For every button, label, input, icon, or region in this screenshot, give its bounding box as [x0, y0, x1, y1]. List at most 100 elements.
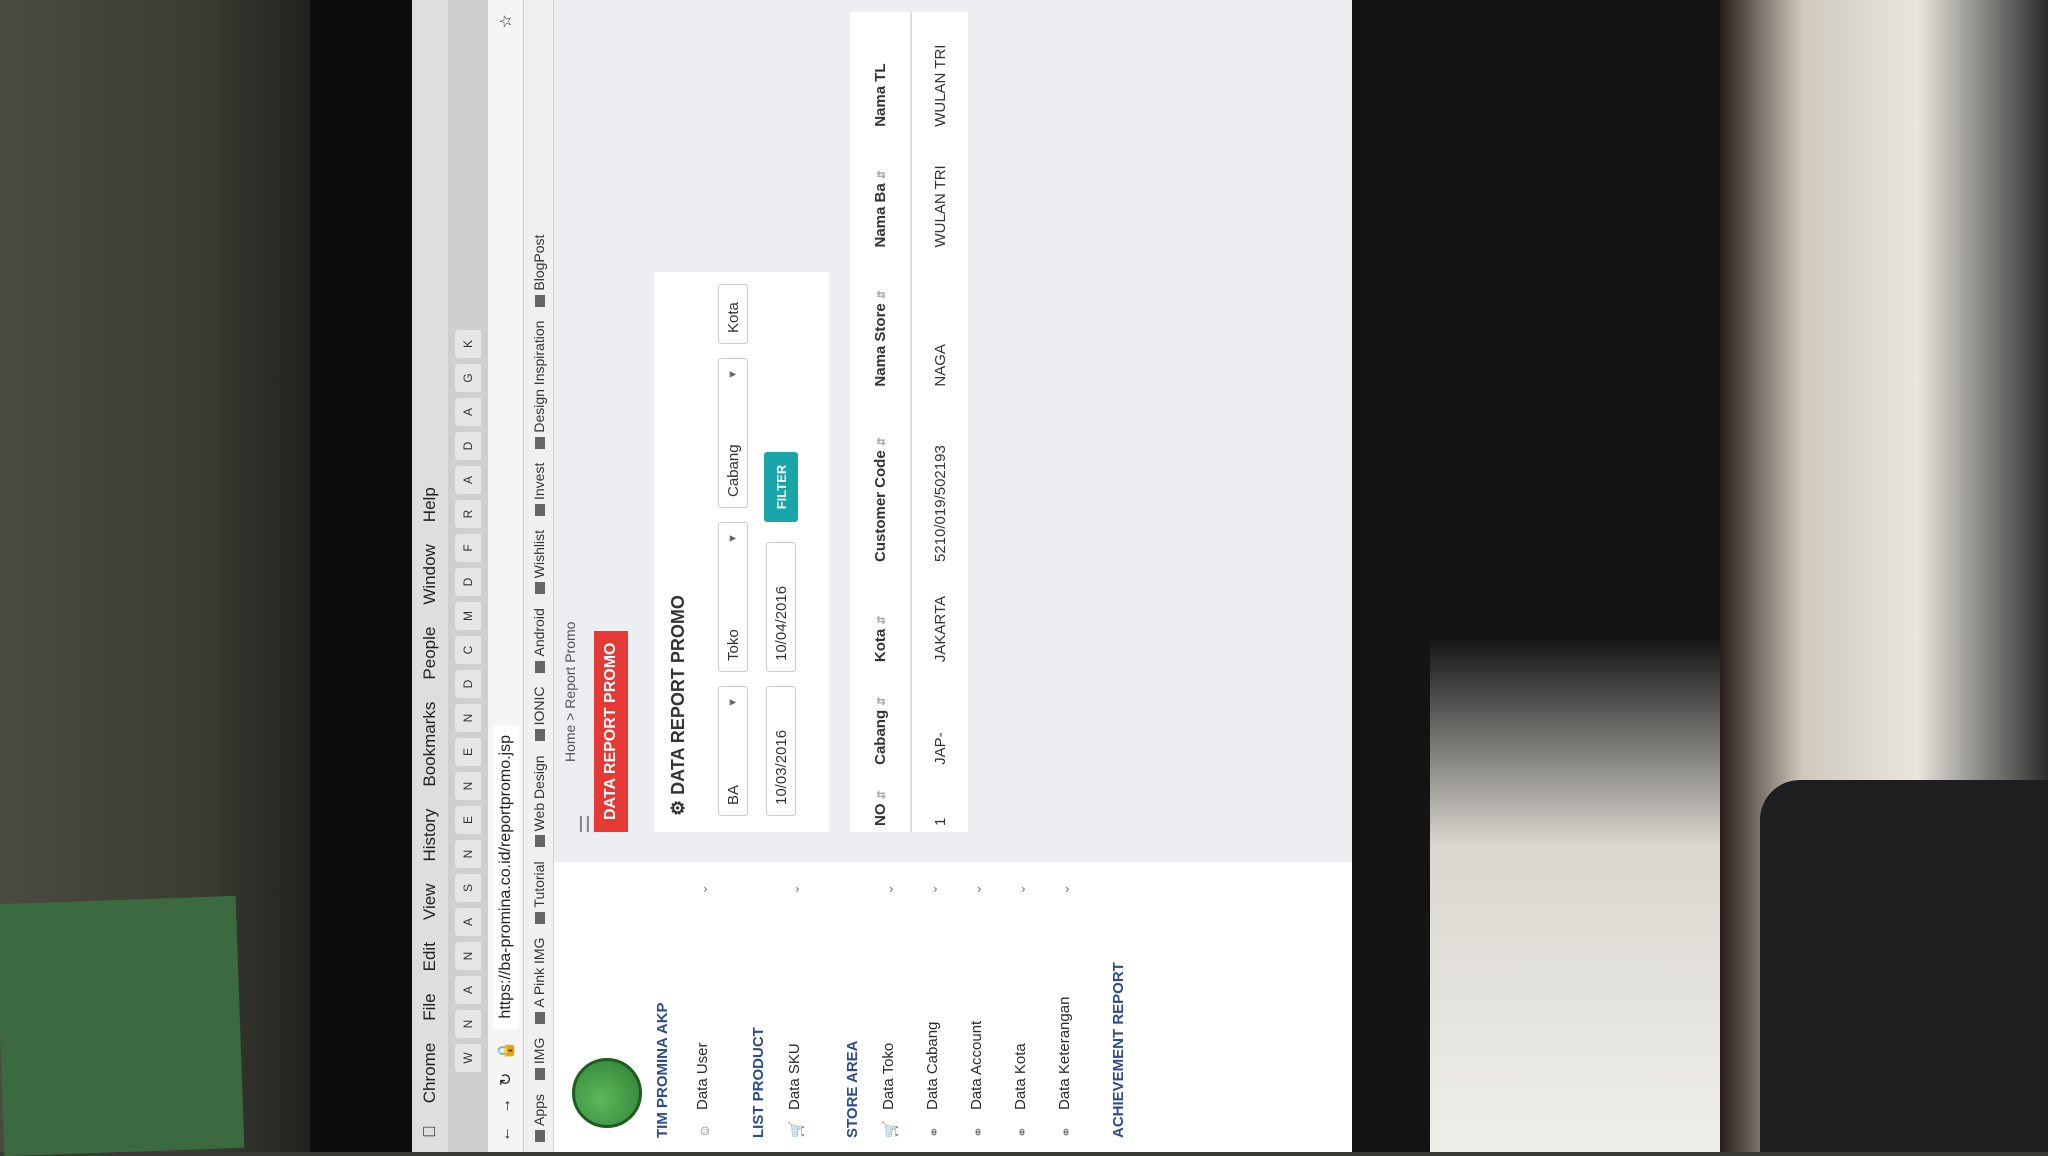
browser-tab[interactable]: E — [455, 806, 481, 834]
star-icon[interactable]: ☆ — [496, 14, 516, 28]
bookmark-item[interactable]: IMG — [530, 1037, 547, 1081]
menu-file[interactable]: File — [420, 993, 440, 1020]
toko-select-value: Toko — [724, 629, 742, 661]
kota-select[interactable]: Kota — [718, 284, 748, 344]
caret-down-icon: ▼ — [727, 369, 739, 380]
browser-tab[interactable]: F — [455, 534, 481, 562]
sidebar-item-data-sku[interactable]: 🛒 Data SKU ⌄ — [786, 878, 804, 1138]
browser-tab[interactable]: D — [455, 568, 481, 596]
reload-icon[interactable]: ↻ — [496, 1073, 516, 1086]
bookmark-item[interactable]: Apps — [531, 1094, 547, 1142]
browser-tab[interactable]: C — [455, 636, 481, 664]
table-cell: NAGA — [911, 253, 969, 393]
menu-window[interactable]: Window — [420, 544, 440, 604]
sidebar-item-data-kota[interactable]: ⚭ Data Kota ⌄ — [1012, 878, 1030, 1138]
browser-tab[interactable]: D — [455, 670, 481, 698]
bookmark-item[interactable]: Wishlist — [530, 530, 547, 595]
browser-tab[interactable]: S — [455, 874, 481, 902]
sidebar-item-data-user[interactable]: ☺ Data User ⌄ — [694, 878, 712, 1138]
menu-view[interactable]: View — [420, 884, 440, 921]
tab-label: D — [461, 577, 475, 587]
browser-tab[interactable]: N — [455, 840, 481, 868]
sidebar-item-data-toko[interactable]: 🛒 Data Toko ⌄ — [880, 878, 898, 1138]
browser-tab[interactable]: R — [455, 500, 481, 528]
sidebar-item-label: Data Keterangan — [1056, 996, 1073, 1110]
column-header-nama-tl[interactable]: Nama TL — [850, 12, 911, 133]
bookmark-label: IMG — [530, 1037, 547, 1065]
bookmark-label: Tutorial — [530, 861, 547, 908]
column-header-cabang[interactable]: Cabang⇵ — [850, 668, 911, 771]
bookmark-item[interactable]: Web Design — [531, 755, 547, 848]
menu-people[interactable]: People — [420, 627, 440, 680]
browser-tab[interactable]: G — [455, 364, 481, 392]
column-header-no[interactable]: NO⇵ — [850, 770, 911, 832]
bookmark-item[interactable]: Design Inspiration — [531, 321, 547, 449]
column-header-customer-code[interactable]: Customer Code⇵ — [850, 392, 911, 568]
folder-icon — [534, 835, 545, 848]
chevron-down-icon: ⌄ — [924, 884, 940, 895]
browser-window:  Chrome File Edit View History Bookmark… — [412, 0, 1352, 1152]
bookmark-item[interactable]: Tutorial — [530, 861, 547, 924]
bookmark-item[interactable]: A Pink IMG — [531, 938, 547, 1024]
tab-label: E — [461, 748, 475, 757]
filter-button[interactable]: FILTER — [764, 452, 798, 522]
toko-select[interactable]: Toko ▼ — [718, 522, 748, 672]
caret-down-icon: ▼ — [727, 533, 739, 544]
chevron-down-icon: ⌄ — [786, 884, 802, 895]
page-title: DATA REPORT PROMO — [594, 630, 628, 832]
browser-tab[interactable]: E — [455, 738, 481, 766]
table-row[interactable]: 1 JAP- JAKARTA 5210/019/502193 NAGA WULA… — [911, 12, 969, 832]
browser-tab[interactable]: N — [455, 942, 481, 970]
tab-label: D — [461, 679, 475, 689]
menu-history[interactable]: History — [420, 809, 440, 862]
column-header-kota[interactable]: Kota⇵ — [850, 568, 911, 669]
link-icon: ⚭ — [969, 1126, 986, 1138]
menu-chrome[interactable]: Chrome — [420, 1043, 440, 1103]
sidebar-item-data-account[interactable]: ⚭ Data Account ⌄ — [968, 878, 986, 1138]
column-header-nama-store[interactable]: Nama Store⇵ — [850, 253, 911, 393]
apple-icon[interactable]:  — [420, 1125, 440, 1138]
date-from-input[interactable]: 10/03/2016 — [766, 686, 796, 816]
sidebar-item-label: Data Toko — [880, 1042, 897, 1110]
bookmark-item[interactable]: Android — [531, 608, 547, 673]
folder-icon — [534, 1068, 545, 1081]
sidebar: TIM PROMINA AKP ☺ Data User ⌄ LIST PRODU… — [554, 862, 1352, 1152]
bookmark-item[interactable]: Invest — [531, 463, 547, 517]
sort-icon: ⇵ — [875, 437, 888, 447]
ba-select[interactable]: BA ▼ — [718, 686, 748, 816]
chevron-down-icon: ⌄ — [694, 884, 710, 895]
tab-label: S — [461, 884, 475, 893]
app-root: TIM PROMINA AKP ☺ Data User ⌄ LIST PRODU… — [554, 0, 1352, 1152]
bookmark-item[interactable]: BlogPost — [531, 235, 547, 307]
browser-tab[interactable]: D — [455, 432, 481, 460]
link-icon: ⚭ — [1013, 1126, 1030, 1138]
tab-label: M — [461, 611, 475, 621]
tab-label: E — [461, 816, 475, 825]
lock-icon: 🔒 — [497, 1040, 515, 1061]
bookmark-item[interactable]: IONIC — [531, 687, 547, 742]
browser-tab[interactable]: A — [455, 466, 481, 494]
browser-tab[interactable]: A — [455, 976, 481, 1004]
browser-tab[interactable]: N — [455, 704, 481, 732]
date-to-input[interactable]: 10/04/2016 — [766, 542, 796, 672]
browser-tab[interactable]: N — [455, 772, 481, 800]
browser-tab[interactable]: K — [455, 330, 481, 358]
sidebar-item-data-cabang[interactable]: ⚭ Data Cabang ⌄ — [924, 878, 942, 1138]
url-field[interactable]: https://ba-promina.co.id/reportpromo.jsp — [492, 724, 519, 1029]
forward-icon[interactable]: → — [497, 1098, 515, 1114]
browser-tab[interactable]: N — [455, 1010, 481, 1038]
back-icon[interactable]: ← — [497, 1126, 515, 1142]
bookmark-label: Wishlist — [530, 530, 547, 579]
tab-label: G — [461, 373, 475, 383]
menu-bookmarks[interactable]: Bookmarks — [420, 702, 440, 787]
browser-tab[interactable]: W — [455, 1044, 481, 1072]
menu-help[interactable]: Help — [420, 487, 440, 522]
column-header-nama-ba[interactable]: Nama Ba⇵ — [850, 132, 911, 254]
menu-edit[interactable]: Edit — [420, 942, 440, 971]
sort-icon: ⇵ — [875, 290, 888, 300]
browser-tab[interactable]: A — [455, 398, 481, 426]
sidebar-item-data-keterangan[interactable]: ⚭ Data Keterangan ⌄ — [1056, 878, 1074, 1138]
cabang-select[interactable]: Cabang ▼ — [718, 358, 748, 508]
browser-tab[interactable]: A — [455, 908, 481, 936]
browser-tab[interactable]: M — [455, 602, 481, 630]
